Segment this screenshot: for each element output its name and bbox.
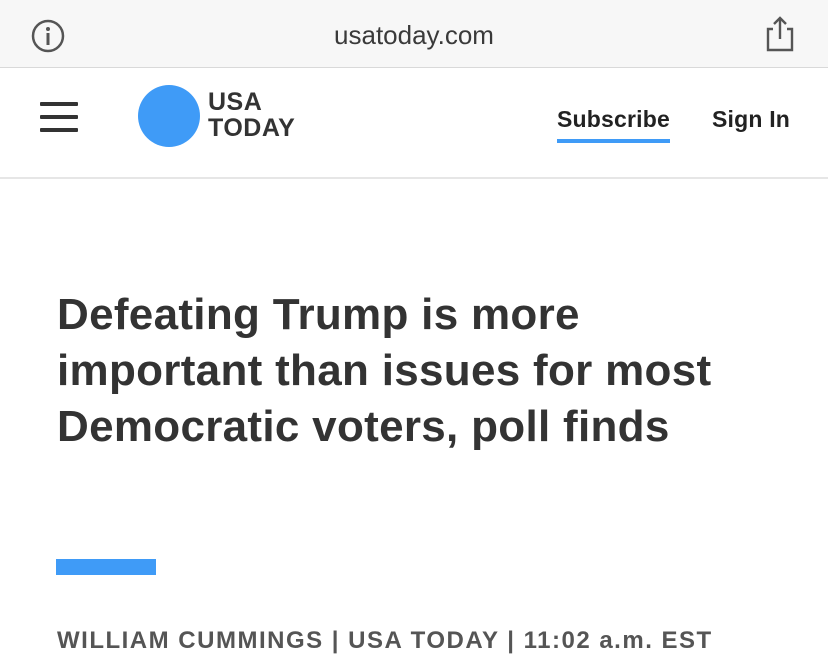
browser-address-bar: usatoday.com: [0, 0, 828, 68]
sign-in-link[interactable]: Sign In: [712, 106, 790, 133]
usa-today-logo-text[interactable]: USA TODAY: [208, 90, 295, 142]
hamburger-menu-icon[interactable]: [40, 102, 78, 132]
article-headline: Defeating Trump is more important than i…: [57, 290, 712, 451]
subscribe-link[interactable]: Subscribe: [557, 106, 671, 143]
logo-line-today: TODAY: [208, 114, 296, 142]
article-byline: WILLIAM CUMMINGS | USA TODAY | 11:02 a.m…: [57, 627, 713, 654]
url-text[interactable]: usatoday.com: [0, 20, 828, 51]
usa-today-logo-circle[interactable]: [138, 85, 200, 147]
logo-line-usa: USA: [208, 88, 263, 116]
headline-accent-bar: [56, 559, 156, 575]
site-header: USA TODAY Subscribe Sign In: [0, 68, 828, 179]
share-icon[interactable]: [764, 15, 796, 53]
